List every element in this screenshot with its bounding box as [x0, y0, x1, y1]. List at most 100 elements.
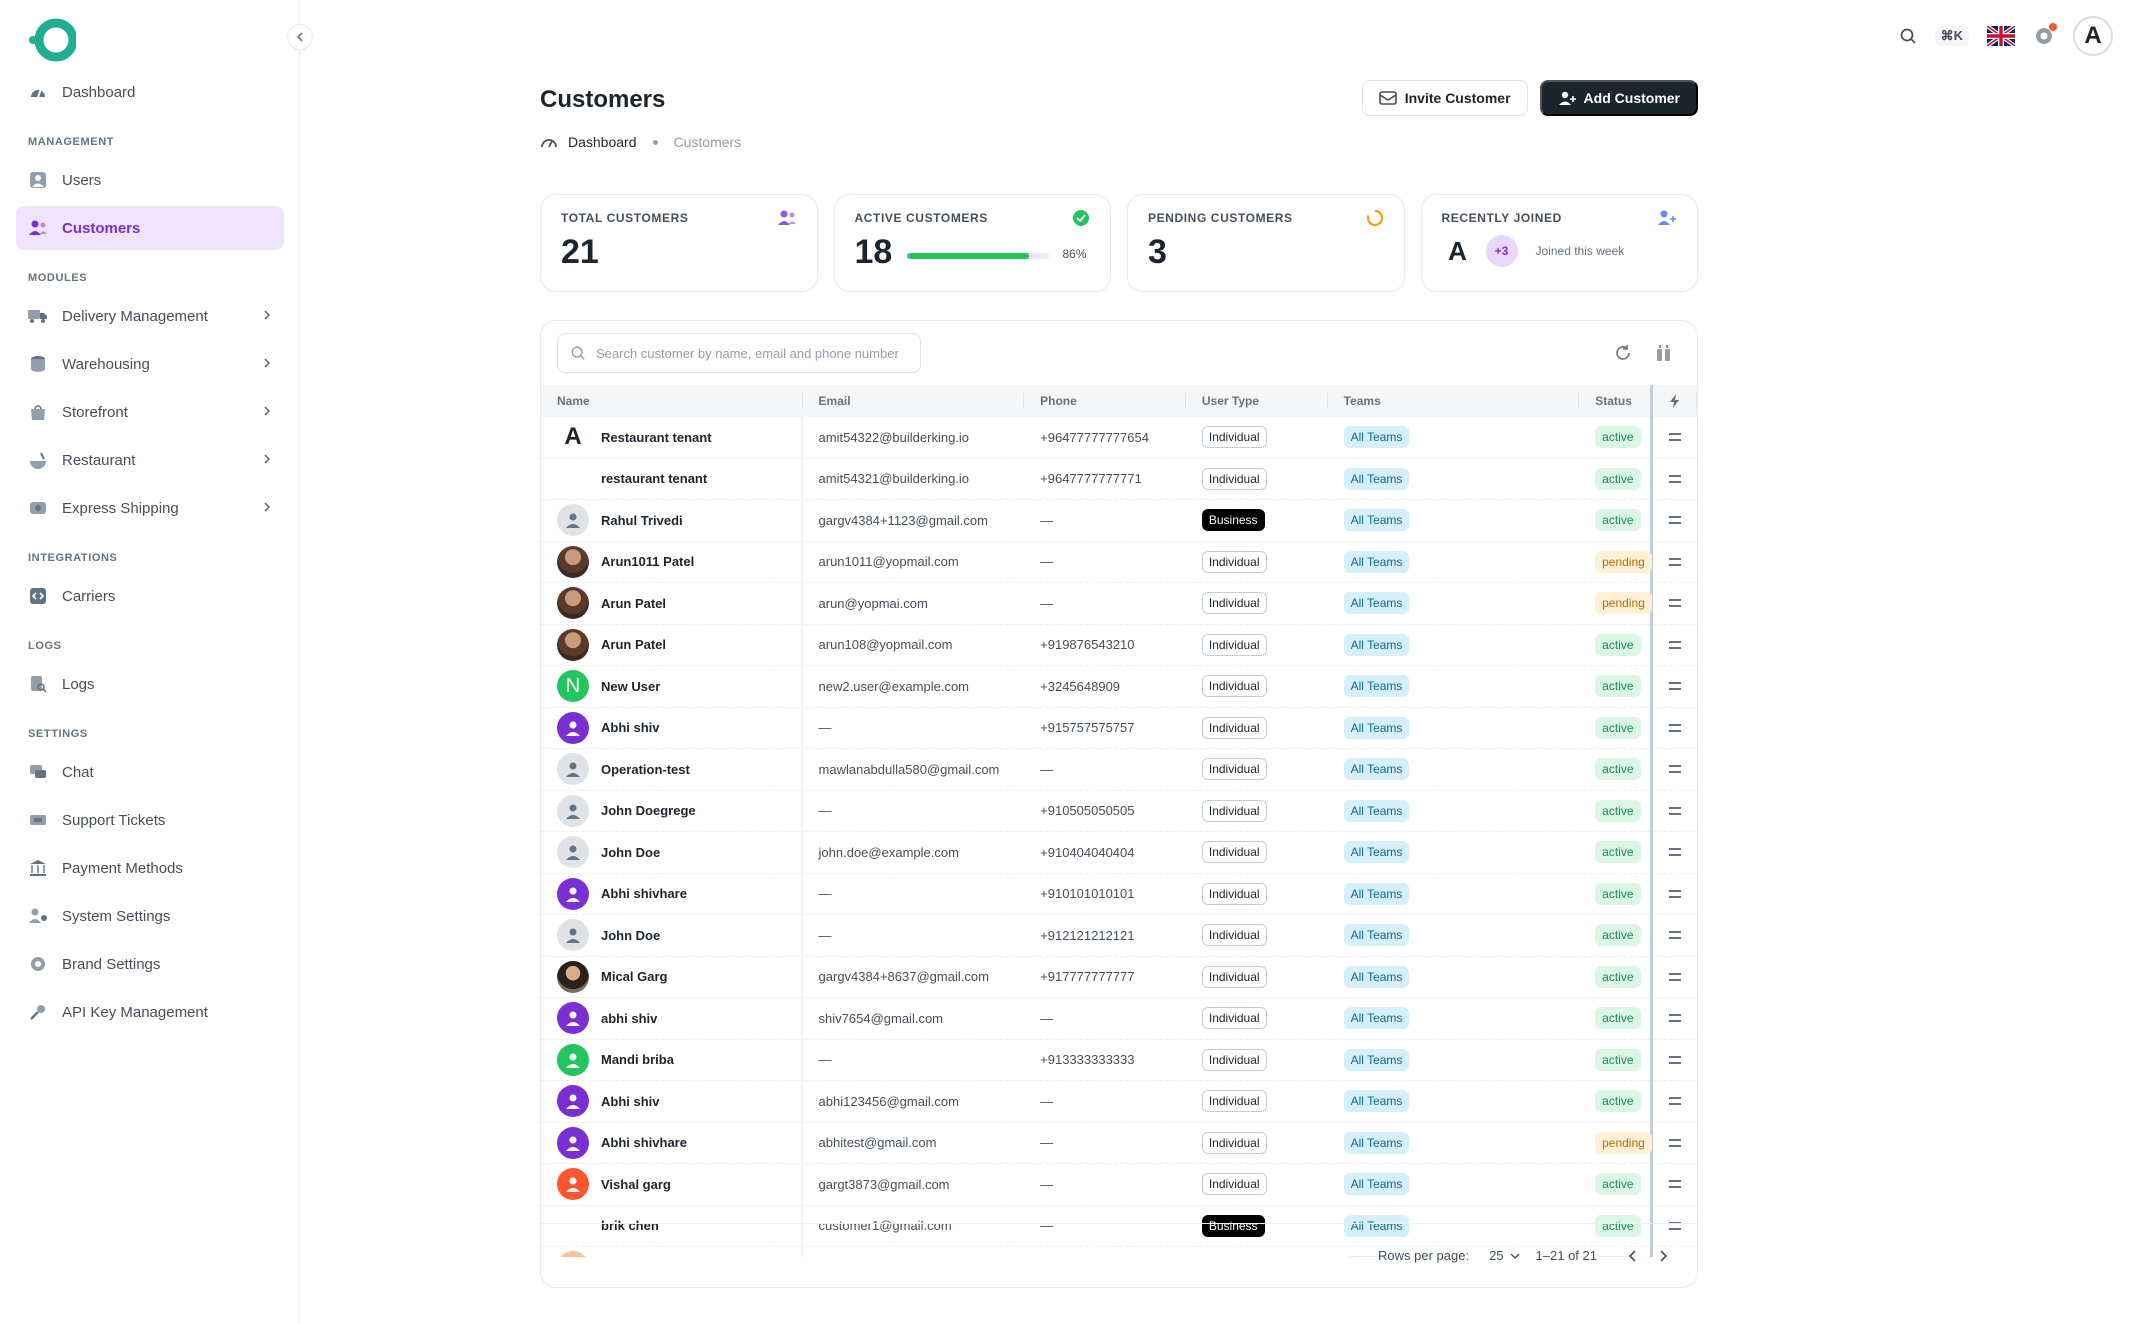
- table-row[interactable]: Abhi shivhare abhitest@gmail.com — Individu…: [541, 1122, 1697, 1164]
- avatar: A: [557, 421, 589, 454]
- row-menu-icon[interactable]: [1669, 806, 1682, 815]
- table-row[interactable]: John Doegrege — +910505050505 Individual All…: [541, 790, 1697, 832]
- header-status[interactable]: Status: [1579, 385, 1653, 417]
- customer-name[interactable]: Operation-test: [601, 762, 690, 777]
- prev-page-icon[interactable]: [1627, 1249, 1639, 1263]
- customer-name[interactable]: abhi shiv: [601, 1011, 657, 1026]
- table-row[interactable]: Mandi briba — +913333333333 Individual All T…: [541, 1039, 1697, 1081]
- sidebar-item-system-settings[interactable]: System Settings: [16, 894, 284, 938]
- table-row[interactable]: abhi shiv shiv7654@gmail.com — Individual Al…: [541, 997, 1697, 1040]
- next-page-icon[interactable]: [1657, 1249, 1669, 1263]
- table-row[interactable]: Abhi shivhare — +910101010101 Individual All…: [541, 873, 1697, 915]
- sidebar-item-support-tickets[interactable]: Support Tickets: [16, 798, 284, 842]
- table-row[interactable]: restaurant tenant amit54321@builderking.i…: [541, 458, 1697, 500]
- table-row[interactable]: Abhi shiv abhi123456@gmail.com — Individual…: [541, 1080, 1697, 1123]
- sidebar-item-express-shipping[interactable]: Express Shipping: [16, 486, 284, 530]
- row-menu-icon[interactable]: [1669, 1138, 1682, 1147]
- row-menu-icon[interactable]: [1669, 848, 1682, 857]
- table-row[interactable]: A Restaurant tenant amit54322@builderking.…: [541, 417, 1697, 459]
- table-row[interactable]: Abhi shiv — +915757575757 Individual All Tea…: [541, 707, 1697, 749]
- sidebar-item-dashboard[interactable]: Dashboard: [16, 70, 284, 114]
- customer-name[interactable]: Mical Garg: [601, 969, 667, 984]
- sidebar-item-delivery[interactable]: Delivery Management: [16, 294, 284, 338]
- brand-logo[interactable]: [26, 18, 76, 62]
- customer-name[interactable]: Abhi shiv: [601, 720, 660, 735]
- row-menu-icon[interactable]: [1669, 433, 1682, 442]
- row-menu-icon[interactable]: [1669, 1180, 1682, 1189]
- row-menu-icon[interactable]: [1669, 1055, 1682, 1064]
- table-row[interactable]: Operation-test mawlanabdulla580@gmail.com…: [541, 748, 1697, 791]
- columns-icon[interactable]: [1655, 343, 1673, 363]
- invite-customer-button[interactable]: Invite Customer: [1361, 80, 1528, 116]
- customer-name[interactable]: Arun Patel: [601, 637, 666, 652]
- row-menu-icon[interactable]: [1669, 931, 1682, 940]
- header-user-type[interactable]: User Type: [1186, 385, 1328, 417]
- customer-name[interactable]: New User: [601, 679, 660, 694]
- header-teams[interactable]: Teams: [1328, 385, 1580, 417]
- table-row[interactable]: John Doe — +912121212121 Individual All Team…: [541, 914, 1697, 957]
- row-menu-icon[interactable]: [1669, 599, 1682, 608]
- breadcrumb-home[interactable]: Dashboard: [568, 134, 637, 150]
- table-row[interactable]: Arun Patel arun@yopmai.com — Individual All …: [541, 582, 1697, 625]
- settings-button[interactable]: [2033, 23, 2057, 47]
- rows-per-page-select[interactable]: 25: [1489, 1248, 1520, 1263]
- customer-name[interactable]: Rahul Trivedi: [601, 513, 683, 528]
- customer-name[interactable]: Arun Patel: [601, 596, 666, 611]
- sidebar-item-users[interactable]: Users: [16, 158, 284, 202]
- customer-name[interactable]: Restaurant tenant: [601, 430, 712, 445]
- row-menu-icon[interactable]: [1669, 1097, 1682, 1106]
- customer-name[interactable]: Arun1011 Patel: [601, 554, 694, 569]
- cell-teams: All Teams: [1328, 458, 1580, 500]
- table-row[interactable]: Rahul Trivedi gargv4384+1123@gmail.com — Bu…: [541, 499, 1697, 542]
- sidebar-item-customers[interactable]: Customers: [16, 206, 284, 250]
- customer-name[interactable]: Abhi shivhare: [601, 1135, 687, 1150]
- row-menu-icon[interactable]: [1669, 723, 1682, 732]
- row-menu-icon[interactable]: [1669, 557, 1682, 566]
- customer-name[interactable]: John Doe: [601, 845, 660, 860]
- row-menu-icon[interactable]: [1669, 682, 1682, 691]
- table-row[interactable]: Mical Garg gargv4384+8637@gmail.com +91777…: [541, 956, 1697, 998]
- customer-name[interactable]: Abhi shiv: [601, 1094, 660, 1109]
- sidebar-item-api-key[interactable]: API Key Management: [16, 990, 284, 1034]
- sidebar-item-brand-settings[interactable]: Brand Settings: [16, 942, 284, 986]
- avatar: [557, 1002, 589, 1035]
- sidebar-collapse-button[interactable]: [287, 24, 313, 50]
- customer-name[interactable]: Abhi shivhare: [601, 886, 687, 901]
- header-phone[interactable]: Phone: [1024, 385, 1186, 417]
- sidebar-item-carriers[interactable]: Carriers: [16, 574, 284, 618]
- sidebar-item-warehousing[interactable]: Warehousing: [16, 342, 284, 386]
- customer-name[interactable]: restaurant tenant: [601, 471, 707, 486]
- row-menu-icon[interactable]: [1669, 972, 1682, 981]
- row-menu-icon[interactable]: [1669, 474, 1682, 483]
- row-menu-icon[interactable]: [1669, 516, 1682, 525]
- table-row[interactable]: N New User new2.user@example.com +324564890…: [541, 665, 1697, 708]
- search-button[interactable]: [1899, 27, 1917, 45]
- cell-teams: All Teams: [1328, 1039, 1580, 1081]
- table-row[interactable]: Arun1011 Patel arun1011@yopmail.com — Indiv…: [541, 541, 1697, 583]
- rows-per-page-label: Rows per page:: [1378, 1248, 1470, 1263]
- sidebar-item-restaurant[interactable]: Restaurant: [16, 438, 284, 482]
- sidebar-item-payment-methods[interactable]: Payment Methods: [16, 846, 284, 890]
- customer-name[interactable]: John Doe: [601, 928, 660, 943]
- header-email[interactable]: Email: [803, 385, 1025, 417]
- table-row[interactable]: John Doe john.doe@example.com +91040404040…: [541, 831, 1697, 874]
- table-row[interactable]: Arun Patel arun108@yopmail.com +9198765432…: [541, 624, 1697, 666]
- table-row[interactable]: Vishal garg gargt3873@gmail.com — Individua…: [541, 1163, 1697, 1206]
- row-menu-icon[interactable]: [1669, 640, 1682, 649]
- account-avatar[interactable]: A: [2073, 16, 2113, 56]
- customer-name[interactable]: Vishal garg: [601, 1177, 671, 1192]
- row-menu-icon[interactable]: [1669, 765, 1682, 774]
- customer-name[interactable]: John Doegrege: [601, 803, 696, 818]
- sidebar-item-storefront[interactable]: Storefront: [16, 390, 284, 434]
- row-menu-icon[interactable]: [1669, 889, 1682, 898]
- search-input[interactable]: [596, 345, 906, 361]
- refresh-icon[interactable]: [1613, 343, 1633, 363]
- sidebar-item-chat[interactable]: Chat: [16, 750, 284, 794]
- row-menu-icon[interactable]: [1669, 1014, 1682, 1023]
- customer-name[interactable]: Mandi briba: [601, 1052, 674, 1067]
- sidebar-item-logs[interactable]: Logs: [16, 662, 284, 706]
- language-button[interactable]: [1987, 26, 2015, 46]
- add-customer-button[interactable]: Add Customer: [1539, 80, 1698, 116]
- cell-actions: [1653, 873, 1697, 915]
- header-name[interactable]: Name: [541, 385, 803, 417]
